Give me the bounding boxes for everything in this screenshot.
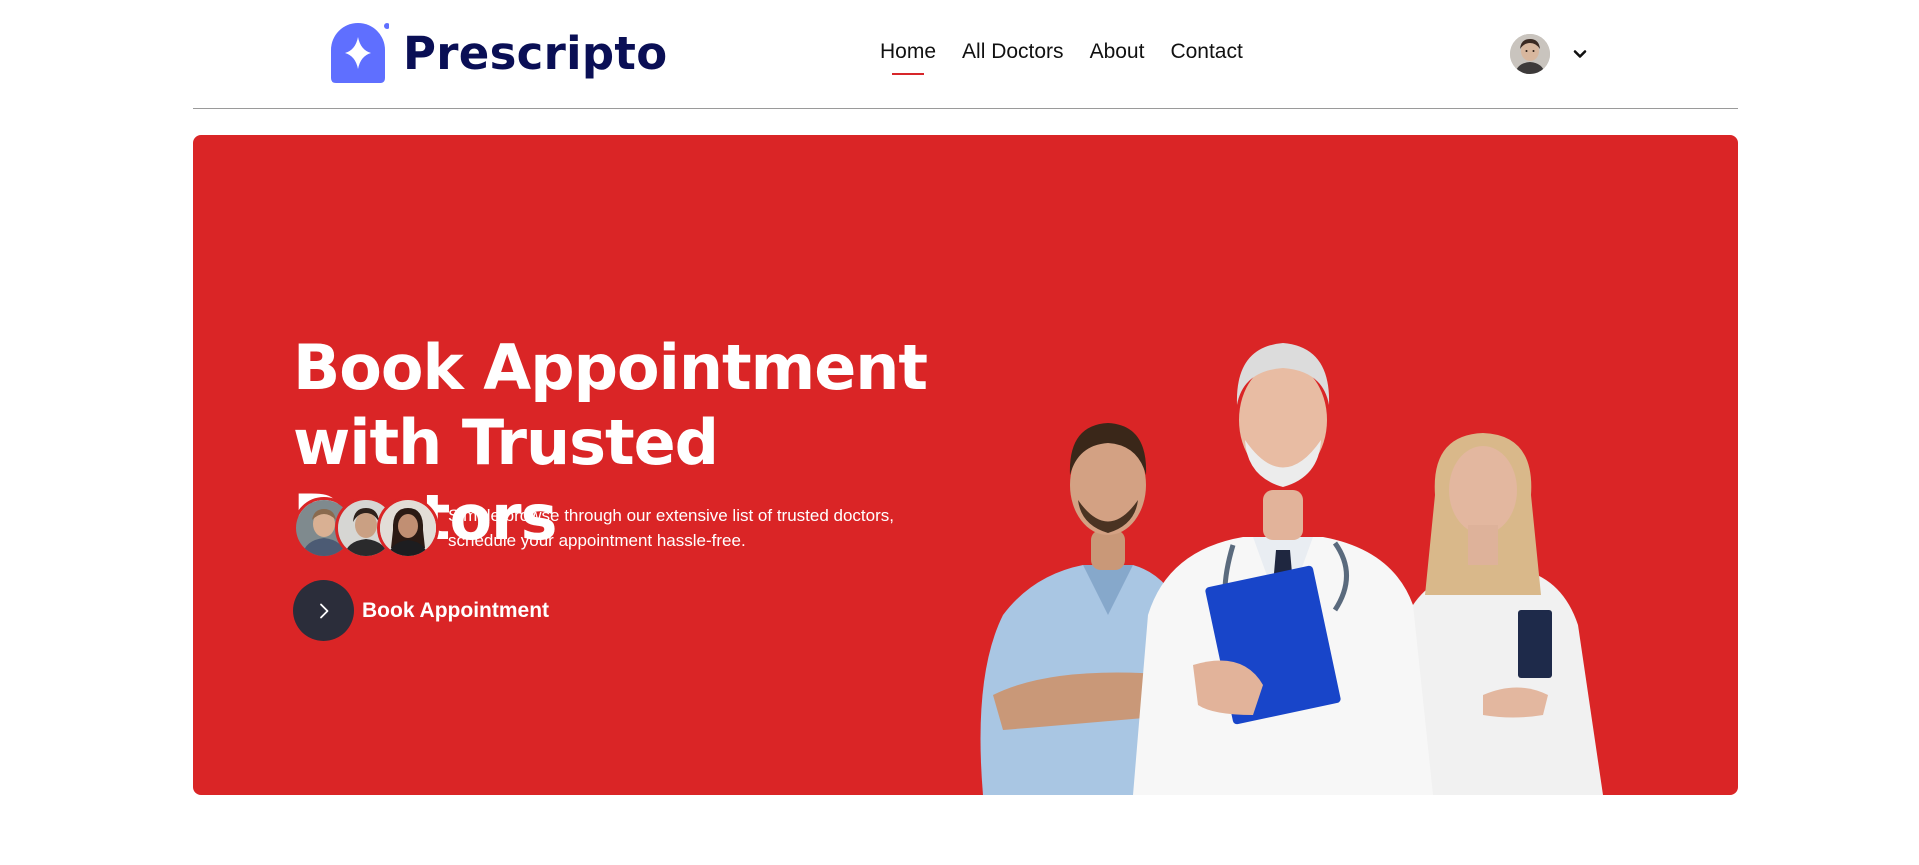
nav-home-label: Home (880, 40, 937, 63)
chevron-right-icon[interactable] (293, 580, 354, 641)
nav-contact-label: Contact (1170, 40, 1243, 63)
chevron-down-icon[interactable] (1572, 46, 1588, 62)
hero-title-line-1: Book Appointment (293, 331, 928, 404)
patient-avatar-3 (377, 497, 439, 559)
doctors-group-image (963, 275, 1643, 795)
site-header: Prescripto Home All Doctors About Contac… (0, 0, 1919, 110)
hero-description-line-2: schedule your appointment hassle-free. (448, 531, 746, 550)
header-divider (193, 108, 1738, 109)
user-avatar[interactable] (1510, 34, 1550, 74)
active-indicator (892, 73, 925, 75)
book-appointment-label: Book Appointment (362, 598, 550, 622)
doctor-center (1133, 343, 1433, 795)
group-profiles (293, 497, 443, 559)
nav-all-doctors-label: All Doctors (962, 40, 1064, 63)
doctor-right (1403, 433, 1603, 795)
nav-contact[interactable]: Contact (1170, 40, 1242, 64)
hero-description: Simple browse through our extensive list… (448, 503, 894, 553)
nav-about[interactable]: About (1090, 40, 1145, 64)
hero-banner: Book Appointment with Trusted Doctors (193, 135, 1738, 795)
profile-menu[interactable] (1510, 34, 1588, 74)
book-appointment-button[interactable]: Book Appointment (293, 580, 549, 641)
nav-all-doctors[interactable]: All Doctors (962, 40, 1064, 64)
hero-description-line-1: Simple browse through our extensive list… (448, 506, 894, 525)
main-nav: Home All Doctors About Contact (880, 40, 1243, 75)
nav-about-label: About (1089, 40, 1145, 63)
nav-home[interactable]: Home (880, 40, 937, 75)
logo-icon (331, 23, 390, 83)
logo[interactable]: Prescripto (331, 23, 667, 83)
brand-name: Prescripto (403, 26, 668, 80)
trust-row: Simple browse through our extensive list… (293, 497, 894, 559)
